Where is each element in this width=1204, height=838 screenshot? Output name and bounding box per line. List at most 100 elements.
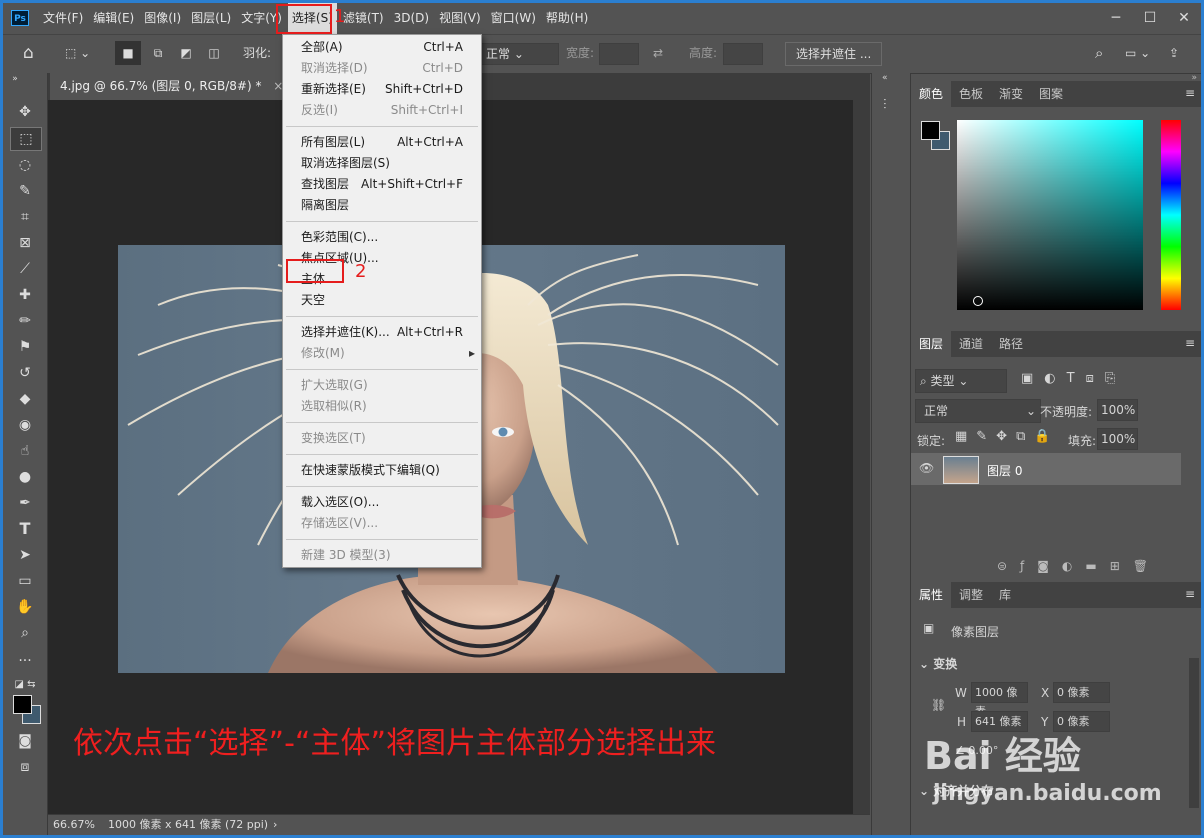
- tab-channels[interactable]: 通道: [951, 331, 991, 357]
- tab-libraries[interactable]: 库: [991, 582, 1019, 608]
- tab-paths[interactable]: 路径: [991, 331, 1031, 357]
- lasso-tool-icon[interactable]: ◌: [10, 154, 40, 176]
- select-menu-item[interactable]: 扩大选取(G): [283, 375, 481, 396]
- marquee-preset-icon[interactable]: ⬚ ⌄: [65, 41, 90, 65]
- menu-item[interactable]: 3D(D): [390, 3, 433, 34]
- tab-gradients[interactable]: 渐变: [991, 81, 1031, 107]
- brush-tool-icon[interactable]: ✏: [10, 310, 40, 332]
- transform-section[interactable]: ⌄ 变换: [919, 655, 957, 672]
- menu-item[interactable]: 帮助(H): [542, 3, 592, 34]
- properties-dock-icon[interactable]: ⫶: [883, 97, 887, 113]
- select-menu-item[interactable]: 反选(I) Shift+Ctrl+I: [283, 100, 481, 121]
- expand-panels-icon[interactable]: «: [882, 73, 888, 83]
- clone-stamp-tool-icon[interactable]: ⚑: [10, 336, 40, 358]
- tab-adjustments[interactable]: 调整: [951, 582, 991, 608]
- select-menu-item[interactable]: 所有图层(L) Alt+Ctrl+A: [283, 132, 481, 153]
- opacity-input[interactable]: 100%: [1097, 399, 1138, 421]
- tab-layers[interactable]: 图层: [911, 331, 952, 357]
- layer-filter-select[interactable]: ⌕ 类型 ⌄: [915, 369, 1007, 393]
- select-menu-item[interactable]: 选择并遮住(K)... Alt+Ctrl+R: [283, 322, 481, 343]
- hand-tool-icon[interactable]: ✋: [10, 596, 40, 618]
- path-selection-tool-icon[interactable]: ➤: [10, 544, 40, 566]
- tab-color[interactable]: 颜色: [911, 81, 952, 107]
- zoom-tool-icon[interactable]: ⌕: [10, 622, 40, 644]
- type-tool-icon[interactable]: T: [10, 518, 40, 540]
- swap-icon[interactable]: ⇄: [653, 41, 663, 65]
- layers-menu-icon[interactable]: ≡: [1185, 336, 1195, 350]
- select-menu-item[interactable]: 天空: [283, 290, 481, 311]
- fill-input[interactable]: 100%: [1097, 428, 1138, 450]
- select-menu-item[interactable]: 取消选择图层(S): [283, 153, 481, 174]
- quick-mask-icon[interactable]: ◙: [10, 730, 40, 752]
- history-brush-tool-icon[interactable]: ↺: [10, 362, 40, 384]
- select-menu-item[interactable]: 隔离图层: [283, 195, 481, 216]
- width-input[interactable]: [599, 43, 639, 65]
- select-menu-item[interactable]: 修改(M) ▸: [283, 343, 481, 364]
- frame-tool-icon[interactable]: ⊠: [10, 232, 40, 254]
- select-menu-item[interactable]: 存储选区(V)...: [283, 513, 481, 534]
- rectangular-marquee-tool-icon[interactable]: ⬚: [10, 127, 42, 151]
- properties-scrollbar[interactable]: [1189, 658, 1199, 808]
- menu-item[interactable]: 编辑(E): [89, 3, 138, 34]
- healing-brush-tool-icon[interactable]: ✚: [10, 284, 40, 306]
- pen-tool-icon[interactable]: ✒: [10, 492, 40, 514]
- vertical-scrollbar[interactable]: [853, 100, 870, 815]
- tab-patterns[interactable]: 图案: [1031, 81, 1071, 107]
- minimize-button[interactable]: ─: [1099, 3, 1133, 34]
- home-icon[interactable]: ⌂: [23, 41, 34, 65]
- eyedropper-tool-icon[interactable]: ⟋: [10, 258, 40, 280]
- rectangle-tool-icon[interactable]: ▭: [10, 570, 40, 592]
- menu-item[interactable]: 视图(V): [435, 3, 485, 34]
- x-field[interactable]: 0 像素: [1053, 682, 1110, 703]
- height-input[interactable]: [723, 43, 763, 65]
- color-picker-cursor[interactable]: [973, 296, 983, 306]
- menu-item[interactable]: 窗口(W): [487, 3, 540, 34]
- properties-menu-icon[interactable]: ≡: [1185, 587, 1195, 601]
- close-button[interactable]: ✕: [1167, 3, 1201, 34]
- panel-menu-icon[interactable]: ≡: [1185, 86, 1195, 100]
- dodge-tool-icon[interactable]: ●: [10, 466, 40, 488]
- menu-item[interactable]: 文件(F): [39, 3, 87, 34]
- select-and-mask-button[interactable]: 选择并遮住 ...: [785, 42, 883, 66]
- menu-item[interactable]: 滤镜(T): [339, 3, 388, 34]
- swap-colors-icon[interactable]: ◪ ⇆: [10, 674, 40, 696]
- select-menu-item[interactable]: 查找图层 Alt+Shift+Ctrl+F: [283, 174, 481, 195]
- select-menu-item[interactable]: 色彩范围(C)...: [283, 227, 481, 248]
- layer-actions-icons[interactable]: ⊜ƒ◙◐▬⊞🗑: [997, 559, 1161, 573]
- select-menu-item[interactable]: 变换选区(T): [283, 428, 481, 449]
- style-select[interactable]: 正常 ⌄: [480, 43, 559, 65]
- select-menu-item[interactable]: 在快速蒙版模式下编辑(Q): [283, 460, 481, 481]
- eye-icon[interactable]: 👁: [919, 461, 934, 475]
- menu-item[interactable]: 图层(L): [187, 3, 235, 34]
- subtract-selection-icon[interactable]: ◩: [173, 41, 199, 65]
- foreground-color-swatch[interactable]: [13, 695, 32, 714]
- collapse-icon[interactable]: »: [8, 73, 22, 85]
- color-fg-swatch[interactable]: [921, 121, 940, 140]
- move-tool-icon[interactable]: ✥: [10, 101, 40, 123]
- share-icon[interactable]: ⇪: [1169, 41, 1179, 65]
- menu-item[interactable]: 图像(I): [140, 3, 185, 34]
- select-menu-item[interactable]: 新建 3D 模型(3): [283, 545, 481, 566]
- layer-filter-icons[interactable]: ▣◐T⧈⎘: [1021, 371, 1126, 386]
- select-menu-item[interactable]: 载入选区(O)...: [283, 492, 481, 513]
- search-icon[interactable]: ⌕: [1095, 41, 1103, 65]
- zoom-level[interactable]: 66.67%: [53, 815, 95, 835]
- crop-tool-icon[interactable]: ⌗: [10, 206, 40, 228]
- layer-row[interactable]: 👁 图层 0: [911, 453, 1181, 485]
- add-selection-icon[interactable]: ⧉: [145, 41, 171, 65]
- link-icon[interactable]: ⛓: [931, 698, 946, 712]
- eraser-tool-icon[interactable]: ◆: [10, 388, 40, 410]
- quick-selection-tool-icon[interactable]: ✎: [10, 180, 40, 202]
- layer-name[interactable]: 图层 0: [987, 462, 1022, 479]
- tab-swatches[interactable]: 色板: [951, 81, 991, 107]
- paint-bucket-tool-icon[interactable]: ◉: [10, 414, 40, 436]
- maximize-button[interactable]: ☐: [1133, 3, 1167, 34]
- select-menu-item[interactable]: 取消选择(D) Ctrl+D: [283, 58, 481, 79]
- lock-icons[interactable]: ▦✎✥⧉🔒: [955, 429, 1060, 444]
- select-menu-item[interactable]: 选取相似(R): [283, 396, 481, 417]
- smudge-tool-icon[interactable]: ☝: [10, 440, 40, 462]
- intersect-selection-icon[interactable]: ◫: [201, 41, 227, 65]
- more-tools-icon[interactable]: ···: [10, 650, 40, 672]
- status-arrow-icon[interactable]: ›: [273, 815, 277, 835]
- workspace-icon[interactable]: ▭ ⌄: [1125, 41, 1150, 65]
